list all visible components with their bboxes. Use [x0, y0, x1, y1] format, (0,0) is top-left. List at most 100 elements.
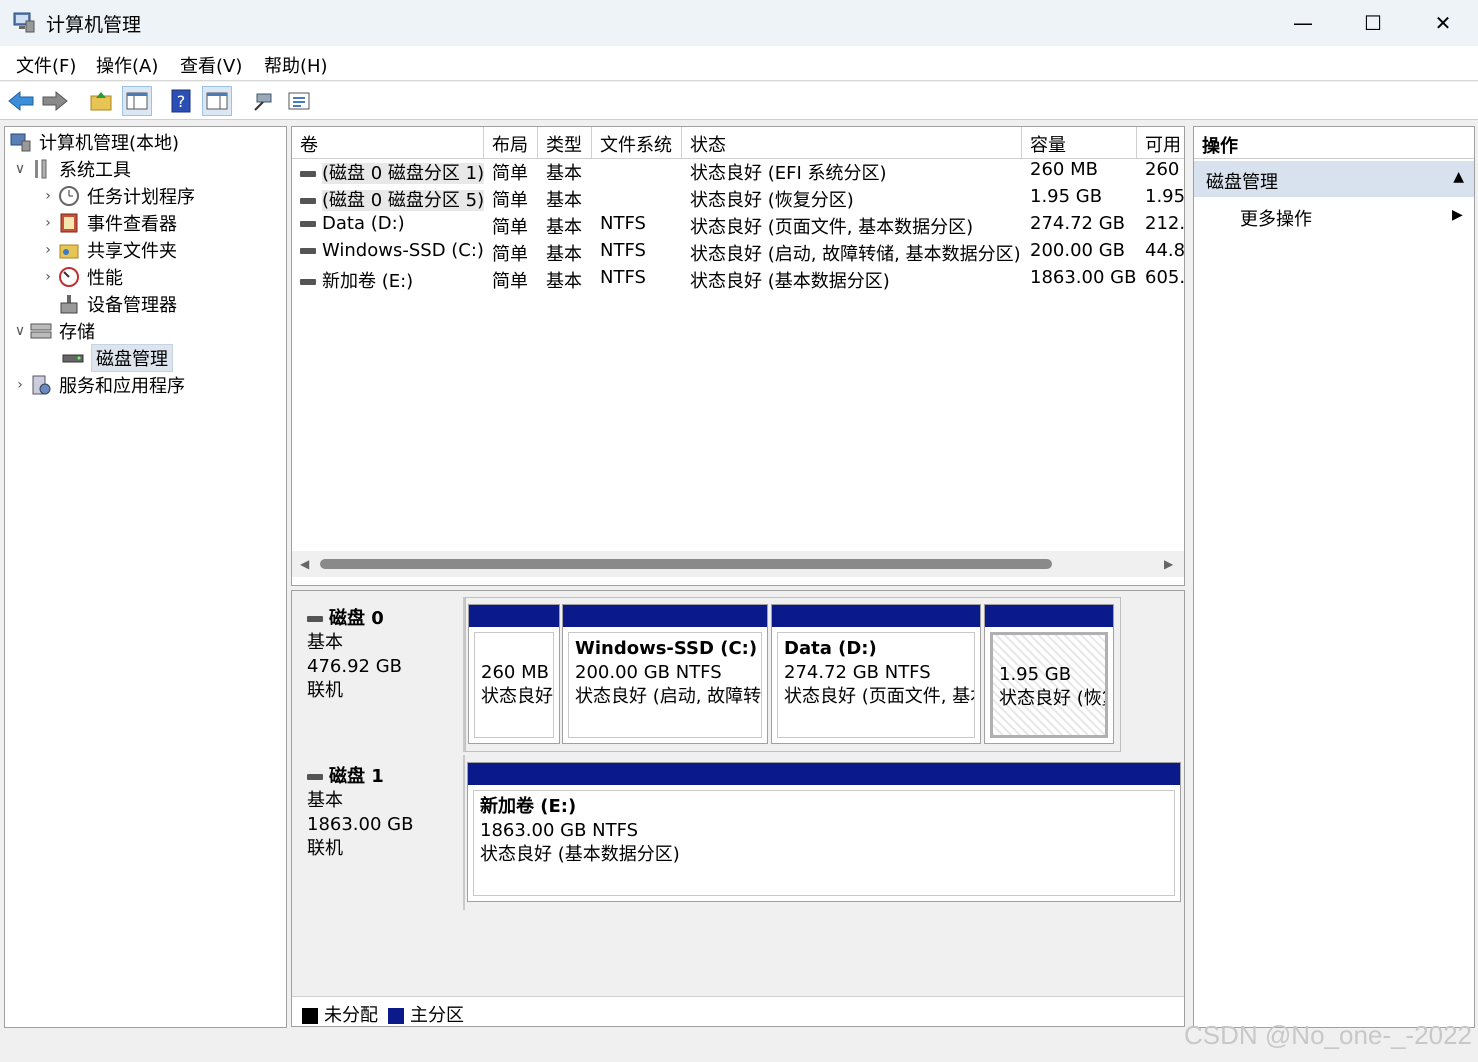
chevron-right-icon[interactable]: › — [39, 242, 57, 258]
close-button[interactable]: ✕ — [1408, 0, 1478, 46]
computer-management-icon — [9, 131, 33, 153]
legend: 未分配 主分区 — [292, 996, 1184, 1026]
properties-button[interactable] — [284, 86, 314, 116]
disk-graphical-view: 磁盘 0 基本 476.92 GB 联机 260 MB 状态良好 Windows… — [291, 590, 1185, 1027]
more-actions-label: 更多操作 — [1240, 209, 1312, 230]
show-action-pane-button[interactable] — [202, 86, 232, 116]
primary-partition-bar — [985, 605, 1113, 627]
back-button[interactable] — [6, 86, 36, 116]
partition-recovery[interactable]: 1.95 GB 状态良好 (恢复 — [984, 604, 1114, 744]
table-cell: Data (D:) — [292, 213, 484, 240]
tree-label: 设备管理器 — [87, 295, 177, 316]
show-tree-button[interactable] — [122, 86, 152, 116]
clock-icon — [57, 185, 81, 207]
menu-bar: 文件(F) 操作(A) 查看(V) 帮助(H) — [0, 46, 1478, 81]
connect-button[interactable] — [248, 86, 278, 116]
table-row[interactable]: Windows-SSD (C:) 简单 基本 NTFS 状态良好 (启动, 故障转储, … — [292, 240, 1184, 267]
scroll-left-icon[interactable]: ◀ — [300, 557, 309, 571]
tree-item-event-viewer[interactable]: › 事件查看器 — [39, 210, 177, 236]
tree-item-device-manager[interactable]: 设备管理器 — [57, 291, 177, 317]
chevron-down-icon[interactable]: ∨ — [11, 323, 29, 339]
partition-windows-ssd-c[interactable]: Windows-SSD (C:) 200.00 GB NTFS 状态良好 (启动… — [562, 604, 768, 744]
tree-label: 服务和应用程序 — [59, 376, 185, 397]
action-pane-icon — [206, 92, 228, 110]
chevron-right-icon[interactable]: › — [39, 269, 57, 285]
tree-label: 计算机管理(本地) — [39, 133, 180, 154]
tree-item-services-apps[interactable]: › 服务和应用程序 — [11, 372, 185, 398]
partition-data-d[interactable]: Data (D:) 274.72 GB NTFS 状态良好 (页面文件, 基本 — [771, 604, 981, 744]
table-cell: 状态良好 (基本数据分区) — [690, 271, 890, 292]
more-actions[interactable]: 更多操作 — [1240, 205, 1312, 231]
table-row[interactable]: Data (D:) 简单 基本 NTFS 状态良好 (页面文件, 基本数据分区) 274.… — [292, 213, 1184, 240]
disk-1-label[interactable]: 磁盘 1 基本 1863.00 GB 联机 — [293, 755, 465, 910]
table-cell: (磁盘 0 磁盘分区 5) — [292, 186, 484, 213]
disk-name: 磁盘 1 — [329, 766, 384, 787]
chevron-right-icon[interactable]: › — [11, 377, 29, 393]
chevron-down-icon[interactable]: ∨ — [11, 161, 29, 177]
legend-primary: 主分区 — [388, 1001, 464, 1027]
disk-type: 基本 — [307, 790, 343, 811]
tree-item-task-scheduler[interactable]: › 任务计划程序 — [39, 183, 195, 209]
partition-size: 200.00 GB NTFS — [575, 662, 722, 683]
column-header-free[interactable]: 可用 — [1137, 127, 1184, 159]
forward-arrow-icon — [42, 90, 68, 112]
actions-section-disk-management[interactable]: 磁盘管理 ▲ — [1194, 161, 1474, 197]
volume-icon — [300, 198, 316, 204]
volume-name: Windows-SSD (C:) — [322, 240, 484, 261]
svg-text:?: ? — [177, 92, 186, 111]
chevron-right-icon[interactable]: › — [39, 188, 57, 204]
partition-size: 274.72 GB NTFS — [784, 662, 931, 683]
partition-new-volume-e[interactable]: 新加卷 (E:) 1863.00 GB NTFS 状态良好 (基本数据分区) — [467, 762, 1181, 902]
column-header-type[interactable]: 类型 — [538, 127, 592, 159]
chevron-right-icon[interactable]: › — [39, 215, 57, 231]
close-icon: ✕ — [1434, 11, 1452, 35]
horizontal-scrollbar[interactable]: ◀ ▶ — [292, 551, 1184, 577]
menu-file[interactable]: 文件(F) — [16, 52, 76, 78]
up-folder-button[interactable] — [86, 86, 116, 116]
table-cell — [592, 186, 682, 213]
collapse-icon[interactable]: ▲ — [1453, 169, 1464, 185]
partition-efi[interactable]: 260 MB 状态良好 — [468, 604, 560, 744]
shared-folder-icon — [57, 239, 81, 261]
column-header-capacity[interactable]: 容量 — [1022, 127, 1137, 159]
column-header-status[interactable]: 状态 — [682, 127, 1022, 159]
help-icon: ? — [171, 89, 191, 113]
tree-label: 性能 — [87, 268, 123, 289]
partition-status: 状态良好 — [481, 686, 553, 707]
menu-view[interactable]: 查看(V) — [180, 52, 242, 78]
table-cell: 1863.00 GB — [1030, 267, 1137, 288]
scroll-right-icon[interactable]: ▶ — [1164, 557, 1173, 571]
disk-status: 联机 — [307, 680, 343, 701]
event-viewer-icon — [57, 212, 81, 234]
tree-item-shared-folders[interactable]: › 共享文件夹 — [39, 237, 177, 263]
table-cell — [592, 159, 682, 186]
maximize-icon: ☐ — [1364, 11, 1382, 35]
table-row[interactable]: 新加卷 (E:) 简单 基本 NTFS 状态良好 (基本数据分区) 1863.00 GB 6… — [292, 267, 1184, 294]
tree-item-performance[interactable]: › 性能 — [39, 264, 123, 290]
tree-item-storage[interactable]: ∨ 存储 — [11, 318, 95, 344]
tree-item-system-tools[interactable]: ∨ 系统工具 — [11, 156, 131, 182]
column-header-filesystem[interactable]: 文件系统 — [592, 127, 682, 159]
table-cell: 200.00 GB — [1030, 240, 1126, 261]
tree-item-root[interactable]: 计算机管理(本地) — [9, 129, 179, 155]
table-row[interactable]: (磁盘 0 磁盘分区 5) 简单 基本 状态良好 (恢复分区) 1.95 GB 1.95 — [292, 186, 1184, 213]
volume-icon — [300, 248, 316, 254]
table-row[interactable]: (磁盘 0 磁盘分区 1) 简单 基本 状态良好 (EFI 系统分区) 260 MB 26… — [292, 159, 1184, 186]
scrollbar-thumb[interactable] — [320, 559, 1052, 569]
volume-icon — [300, 221, 316, 227]
menu-action[interactable]: 操作(A) — [96, 52, 158, 78]
table-cell: 基本 — [546, 244, 582, 265]
maximize-button[interactable]: ☐ — [1338, 0, 1408, 46]
storage-icon — [29, 320, 53, 342]
disk-0-label[interactable]: 磁盘 0 基本 476.92 GB 联机 — [293, 597, 465, 752]
column-header-layout[interactable]: 布局 — [484, 127, 538, 159]
menu-help[interactable]: 帮助(H) — [264, 52, 328, 78]
minimize-button[interactable]: — — [1268, 0, 1338, 46]
tree-item-disk-management[interactable]: 磁盘管理 — [61, 344, 173, 372]
table-cell: 状态良好 (页面文件, 基本数据分区) — [690, 217, 974, 238]
watermark: CSDN @No_one-_-2022 — [1184, 1020, 1472, 1050]
column-header-volume[interactable]: 卷 — [292, 127, 484, 159]
help-button[interactable]: ? — [166, 86, 196, 116]
tree-label: 磁盘管理 — [91, 344, 173, 372]
forward-button[interactable] — [40, 86, 70, 116]
